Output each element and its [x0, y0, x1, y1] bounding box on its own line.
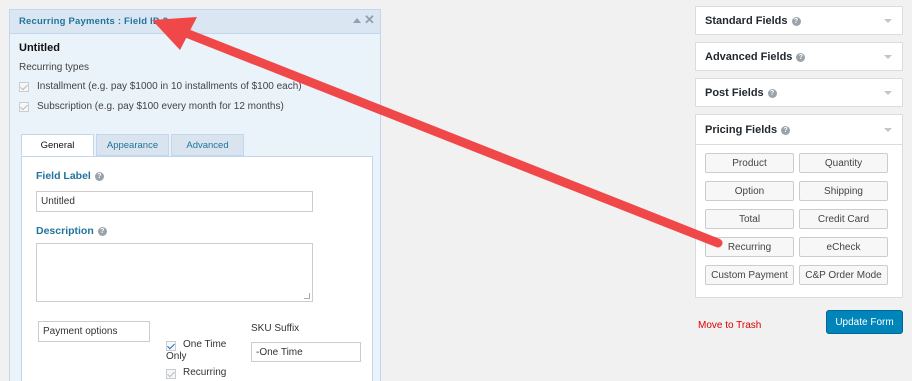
echeck-field-button[interactable]: eCheck: [799, 237, 888, 257]
field-settings-tabs: General Appearance Advanced: [21, 134, 246, 156]
resize-handle-icon[interactable]: [304, 293, 310, 299]
pricing-fields-header[interactable]: Pricing Fields?: [696, 115, 902, 145]
advanced-fields-title-text: Advanced Fields: [705, 51, 793, 63]
standard-fields-title-text: Standard Fields: [705, 15, 788, 27]
advanced-fields-title: Advanced Fields?: [705, 51, 806, 63]
payment-option-input[interactable]: Payment options: [38, 321, 150, 342]
subscription-option[interactable]: Subscription (e.g. pay $100 every month …: [19, 101, 284, 112]
close-icon[interactable]: ✕: [364, 13, 375, 27]
standard-fields-header[interactable]: Standard Fields?: [696, 7, 902, 36]
description-heading-text: Description: [36, 225, 94, 237]
recurring-types-label: Recurring types: [19, 62, 90, 73]
help-icon[interactable]: ?: [791, 16, 801, 26]
post-fields-header[interactable]: Post Fields?: [696, 79, 902, 108]
pricing-fields-group: Pricing Fields? Product Quantity Option …: [695, 114, 903, 298]
post-fields-title: Post Fields?: [705, 87, 777, 99]
pricing-fields-title-text: Pricing Fields: [705, 124, 778, 136]
tab-appearance[interactable]: Appearance: [96, 134, 169, 156]
custom-payment-field-button[interactable]: Custom Payment: [705, 265, 794, 285]
total-field-button[interactable]: Total: [705, 209, 794, 229]
description-heading: Description ?: [36, 225, 107, 237]
quantity-field-button[interactable]: Quantity: [799, 153, 888, 173]
help-icon[interactable]: ?: [796, 52, 806, 62]
move-to-trash-link[interactable]: Move to Trash: [698, 320, 761, 331]
subscription-checkbox[interactable]: [19, 101, 29, 112]
pricing-fields-title: Pricing Fields?: [705, 124, 791, 136]
recurring-field-button[interactable]: Recurring: [705, 237, 794, 257]
collapse-icon[interactable]: [353, 18, 361, 23]
installment-label: Installment (e.g. pay $1000 in 10 instal…: [37, 81, 302, 92]
tab-advanced[interactable]: Advanced: [171, 134, 244, 156]
field-editor-title: Recurring Payments : Field ID 2: [19, 16, 169, 27]
product-field-button[interactable]: Product: [705, 153, 794, 173]
installment-checkbox[interactable]: [19, 81, 29, 92]
field-label-input[interactable]: Untitled: [36, 191, 313, 212]
advanced-fields-group[interactable]: Advanced Fields?: [695, 42, 903, 71]
option-field-button[interactable]: Option: [705, 181, 794, 201]
cp-order-mode-field-button[interactable]: C&P Order Mode: [799, 265, 888, 285]
post-fields-group[interactable]: Post Fields?: [695, 78, 903, 107]
shipping-field-button[interactable]: Shipping: [799, 181, 888, 201]
tab-general[interactable]: General: [21, 134, 94, 156]
field-editor-header[interactable]: Recurring Payments : Field ID 2 ✕: [10, 10, 380, 34]
help-icon[interactable]: ?: [781, 125, 791, 135]
recurring-checkbox[interactable]: [166, 369, 176, 379]
post-fields-title-text: Post Fields: [705, 87, 764, 99]
field-editor-panel: Recurring Payments : Field ID 2 ✕ Untitl…: [9, 9, 381, 381]
help-icon[interactable]: ?: [767, 88, 777, 98]
help-icon[interactable]: ?: [97, 226, 107, 236]
installment-option[interactable]: Installment (e.g. pay $1000 in 10 instal…: [19, 81, 302, 92]
advanced-fields-header[interactable]: Advanced Fields?: [696, 43, 902, 72]
general-tab-panel: Field Label ? Untitled Description ? Pay…: [21, 156, 373, 381]
caret-down-icon: [884, 128, 892, 132]
field-name: Untitled: [19, 42, 60, 54]
standard-fields-title: Standard Fields?: [705, 15, 801, 27]
field-label-heading-text: Field Label: [36, 170, 91, 182]
field-label-heading: Field Label ?: [36, 170, 104, 182]
standard-fields-group[interactable]: Standard Fields?: [695, 6, 903, 35]
description-textarea[interactable]: [36, 243, 313, 302]
caret-down-icon: [884, 55, 892, 59]
caret-down-icon: [884, 19, 892, 23]
sku-suffix-label: SKU Suffix: [251, 323, 300, 334]
one-time-label: One Time Only: [166, 339, 227, 362]
credit-card-field-button[interactable]: Credit Card: [799, 209, 888, 229]
sku-suffix-input[interactable]: -One Time: [251, 342, 361, 362]
caret-down-icon: [884, 91, 892, 95]
recurring-label: Recurring: [183, 367, 227, 378]
subscription-label: Subscription (e.g. pay $100 every month …: [37, 101, 284, 112]
update-form-button[interactable]: Update Form: [826, 310, 903, 334]
help-icon[interactable]: ?: [94, 171, 104, 181]
